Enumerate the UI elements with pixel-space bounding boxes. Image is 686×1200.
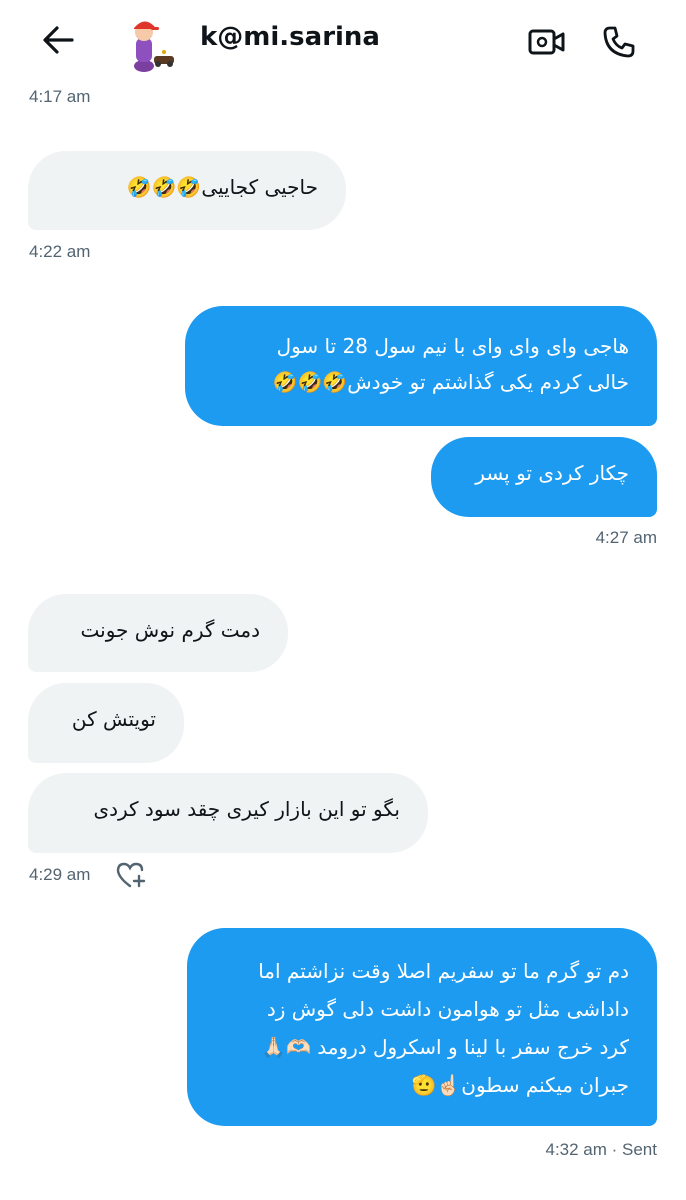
- timestamp: 4:27 am: [595, 528, 657, 547]
- incoming-message[interactable]: دمت گرم نوش جونت: [28, 594, 288, 672]
- phone-icon: [603, 26, 635, 58]
- conversation-title[interactable]: k@mi.sarina: [200, 22, 380, 52]
- timestamp: 4:29 am: [29, 865, 91, 884]
- arrow-left-icon: [43, 26, 74, 54]
- message-text: چکار کردی تو پسر: [475, 461, 629, 485]
- chat-header: k@mi.sarina: [0, 0, 686, 86]
- timestamp: 4:17 am: [29, 87, 91, 106]
- voice-call-button[interactable]: [596, 20, 642, 64]
- message-line: جبران میکنم سطون☝🏻🫡: [411, 1073, 629, 1097]
- heart-plus-icon: [116, 862, 146, 888]
- back-button[interactable]: [34, 20, 82, 60]
- message-line: داداشی مثل تو هوامون داشت دلی گوش زد: [266, 997, 629, 1021]
- message-line: خالی کردم یکی گذاشتم تو خودش🤣🤣🤣: [272, 370, 629, 394]
- incoming-message[interactable]: تویتش کن: [28, 683, 184, 763]
- message-text: دمت گرم نوش جونت: [80, 618, 260, 642]
- message-text: حاجیی کجاییی🤣🤣🤣: [126, 175, 318, 199]
- message-line: کرد خرج سفر با لینا و اسکرول درومد 🫶🏻🙏🏻: [261, 1035, 629, 1059]
- outgoing-message[interactable]: دم تو گرم ما تو سفریم اصلا وقت نزاشتم ام…: [187, 928, 657, 1126]
- video-call-button[interactable]: [524, 20, 570, 64]
- message-text: بگو تو این بازار کیری چقد سود کردی: [93, 797, 400, 821]
- incoming-message[interactable]: حاجیی کجاییی🤣🤣🤣: [28, 151, 346, 230]
- outgoing-message[interactable]: هاجی وای وای وای با نیم سول 28 تا سول خا…: [185, 306, 657, 426]
- message-line: هاجی وای وای وای با نیم سول 28 تا سول: [276, 334, 629, 358]
- timestamp-sent: 4:32 am · Sent: [545, 1140, 657, 1159]
- avatar[interactable]: [118, 12, 180, 74]
- message-line: دم تو گرم ما تو سفریم اصلا وقت نزاشتم ام…: [258, 959, 629, 983]
- outgoing-message[interactable]: چکار کردی تو پسر: [431, 437, 657, 517]
- react-button[interactable]: [114, 858, 148, 892]
- video-camera-icon: [528, 29, 565, 55]
- message-text: تویتش کن: [71, 707, 156, 731]
- incoming-message[interactable]: بگو تو این بازار کیری چقد سود کردی: [28, 773, 428, 853]
- timestamp: 4:22 am: [29, 242, 91, 261]
